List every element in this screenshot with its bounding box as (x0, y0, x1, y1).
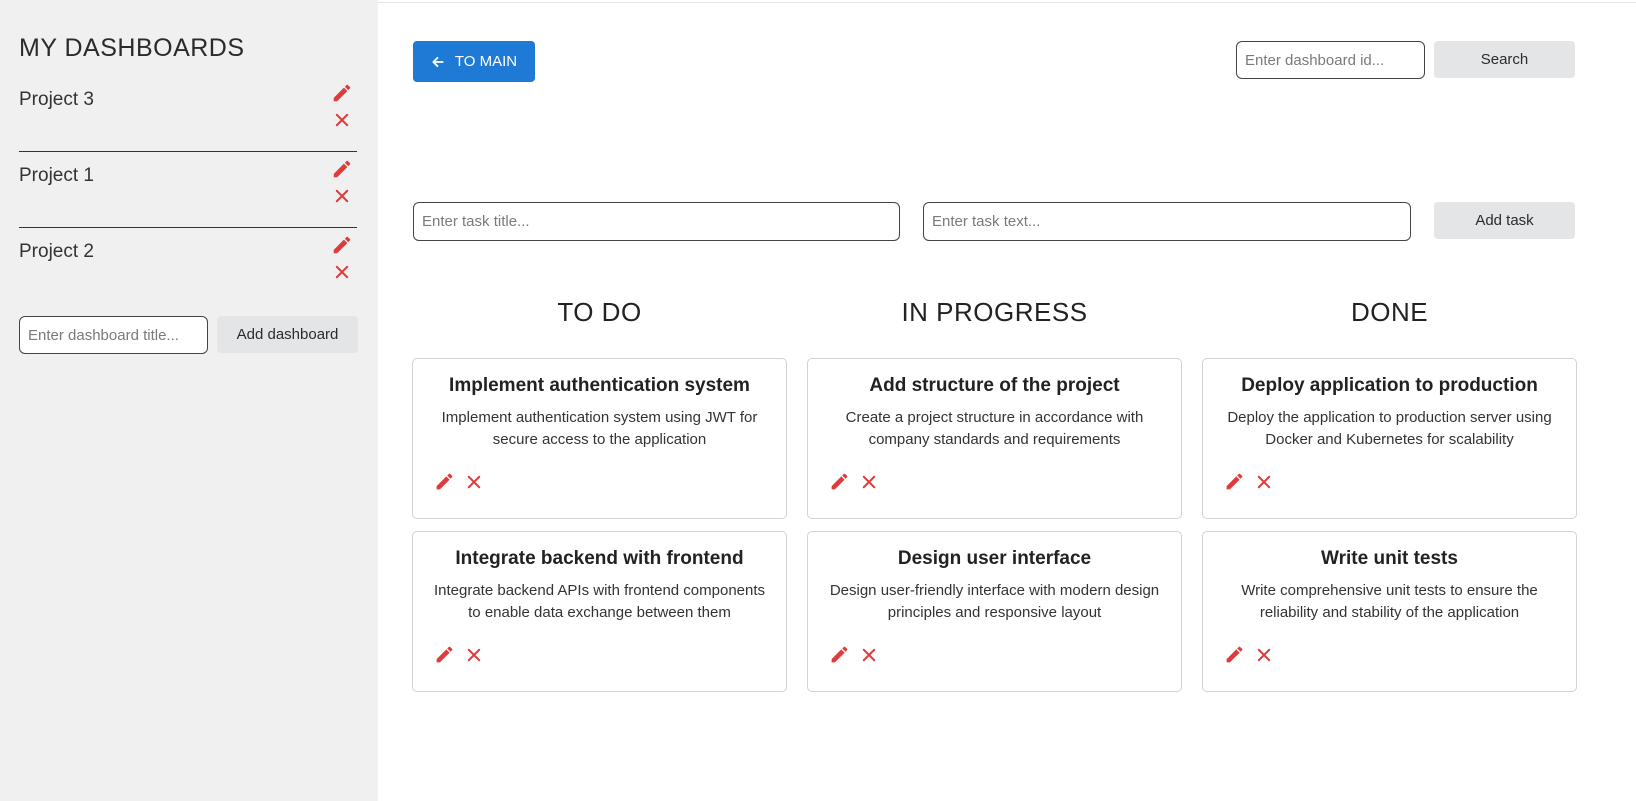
task-text: Write comprehensive unit tests to ensure… (1241, 582, 1538, 621)
task-actions (829, 644, 878, 665)
close-icon[interactable] (333, 263, 351, 281)
pencil-icon[interactable] (434, 471, 455, 492)
add-task-button[interactable]: Add task (1434, 202, 1575, 239)
task-text: Integrate backend APIs with frontend com… (433, 582, 766, 621)
column-title-todo: TO DO (557, 297, 642, 327)
dashboard-list: Project 3 Project 1 Project 2 (19, 76, 357, 304)
task-actions (434, 644, 483, 665)
search-button[interactable]: Search (1434, 41, 1575, 78)
dashboard-title-input[interactable] (19, 316, 208, 354)
task-actions (1224, 471, 1273, 492)
close-icon[interactable] (465, 646, 483, 664)
close-icon[interactable] (333, 187, 351, 205)
sidebar-title: MY DASHBOARDS (19, 34, 245, 62)
task-title: Add structure of the project (869, 375, 1120, 396)
dashboard-label[interactable]: Project 1 (19, 165, 94, 187)
task-title: Deploy application to production (1241, 375, 1538, 396)
to-main-button[interactable]: TO MAIN (413, 41, 535, 82)
dashboard-label[interactable]: Project 2 (19, 241, 94, 263)
task-card: Implement authentication system Implemen… (412, 358, 787, 519)
arrow-left-icon (432, 56, 444, 67)
close-icon[interactable] (1255, 473, 1273, 491)
pencil-icon[interactable] (1224, 644, 1245, 665)
task-text: Design user-friendly interface with mode… (829, 582, 1160, 621)
pencil-icon[interactable] (829, 644, 850, 665)
to-main-label: TO MAIN (454, 53, 518, 70)
close-icon[interactable] (465, 473, 483, 491)
task-text: Deploy the application to production ser… (1227, 409, 1552, 448)
column-title-done: DONE (1350, 297, 1429, 327)
dashboard-search-input[interactable] (1236, 41, 1425, 79)
close-icon[interactable] (1255, 646, 1273, 664)
task-card: Deploy application to production Deploy … (1202, 358, 1577, 519)
pencil-icon[interactable] (331, 158, 353, 180)
close-icon[interactable] (860, 646, 878, 664)
task-text: Implement authentication system using JW… (441, 409, 758, 448)
task-title-input[interactable] (413, 202, 900, 241)
task-text-input[interactable] (923, 202, 1411, 241)
task-card: Design user interface Design user-friend… (807, 531, 1182, 692)
dashboard-label[interactable]: Project 3 (19, 89, 94, 111)
pencil-icon[interactable] (1224, 471, 1245, 492)
task-title: Write unit tests (1321, 548, 1458, 569)
task-text: Create a project structure in accordance… (845, 409, 1144, 448)
close-icon[interactable] (333, 111, 351, 129)
task-actions (1224, 644, 1273, 665)
add-dashboard-row: Add dashboard (19, 316, 358, 354)
pencil-icon[interactable] (829, 471, 850, 492)
task-title: Implement authentication system (449, 375, 750, 396)
dashboard-item[interactable]: Project 3 (19, 76, 357, 152)
column-title-in-progress: IN PROGRESS (901, 297, 1088, 327)
task-title: Design user interface (897, 548, 1092, 569)
app-root: MY DASHBOARDS Project 3 Project 1 Projec… (0, 0, 1636, 801)
top-divider (378, 2, 1636, 3)
pencil-icon[interactable] (331, 234, 353, 256)
close-icon[interactable] (860, 473, 878, 491)
add-dashboard-button[interactable]: Add dashboard (217, 316, 358, 353)
task-card: Write unit tests Write comprehensive uni… (1202, 531, 1577, 692)
task-actions (434, 471, 483, 492)
task-card: Integrate backend with frontend Integrat… (412, 531, 787, 692)
task-actions (829, 471, 878, 492)
pencil-icon[interactable] (331, 82, 353, 104)
dashboard-item[interactable]: Project 2 (19, 228, 357, 304)
dashboard-item[interactable]: Project 1 (19, 152, 357, 228)
sidebar: MY DASHBOARDS Project 3 Project 1 Projec… (0, 0, 378, 801)
task-card: Add structure of the project Create a pr… (807, 358, 1182, 519)
task-title: Integrate backend with frontend (455, 548, 744, 569)
pencil-icon[interactable] (434, 644, 455, 665)
